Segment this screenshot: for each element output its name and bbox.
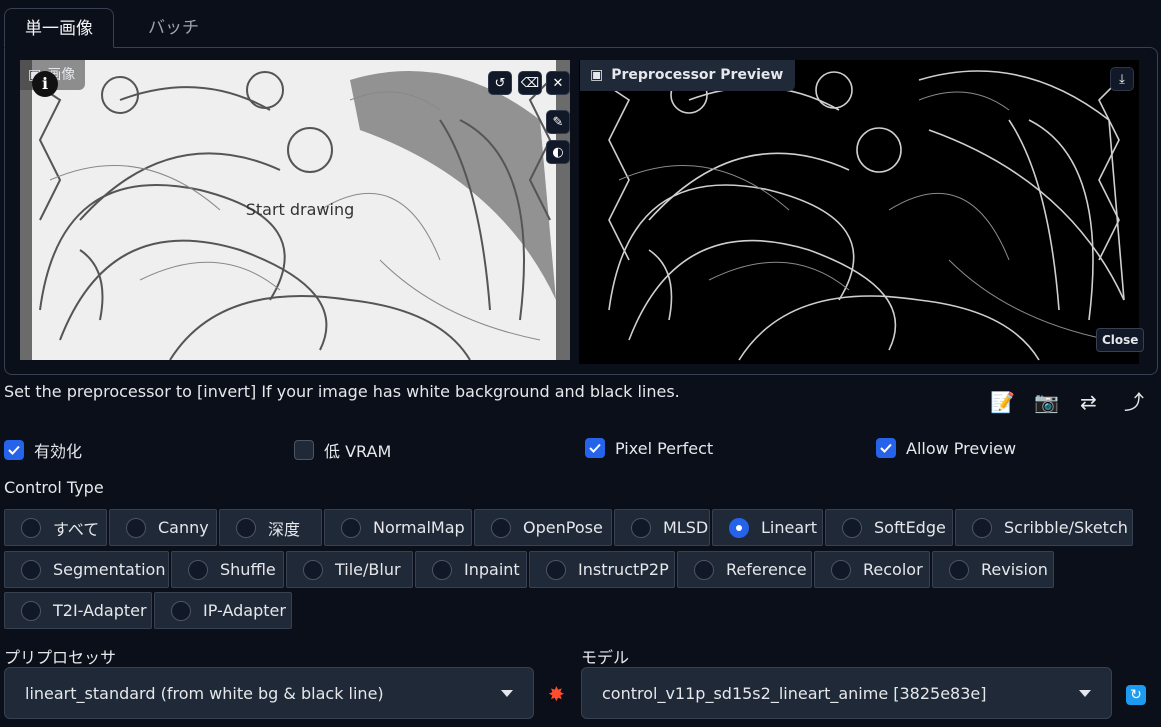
control-type-option[interactable]: T2I-Adapter xyxy=(4,592,152,629)
control-type-label: Control Type xyxy=(4,478,104,497)
control-type-option[interactable]: Canny xyxy=(109,509,217,546)
model-label: モデル xyxy=(581,648,630,667)
close-icon[interactable]: ✕ xyxy=(546,71,570,95)
checkbox-allow-preview-label: Allow Preview xyxy=(906,438,1017,458)
radio-dot[interactable] xyxy=(21,559,41,580)
tab-bar: 単一画像 バッチ xyxy=(4,8,1158,48)
tab-batch[interactable]: バッチ xyxy=(128,8,219,48)
preview-lineart-image xyxy=(579,60,1139,364)
radio-dot[interactable] xyxy=(21,517,41,538)
radio-dot[interactable] xyxy=(126,517,146,538)
radio-dot[interactable] xyxy=(831,559,851,580)
radio-dot[interactable] xyxy=(631,517,651,538)
preprocessor-preview xyxy=(579,60,1139,364)
checkbox-allow-preview-box[interactable] xyxy=(876,438,896,458)
radio-dot[interactable] xyxy=(341,517,361,538)
control-type-option[interactable]: Inpaint xyxy=(415,551,527,588)
checkbox-low-vram-box[interactable] xyxy=(294,440,314,460)
control-type-option[interactable]: OpenPose xyxy=(474,509,612,546)
radio-dot[interactable] xyxy=(949,559,969,580)
camera-icon[interactable]: 📷 xyxy=(1034,390,1059,414)
checkbox-low-vram[interactable]: 低 VRAM xyxy=(294,438,391,462)
control-type-row-1: すべて Canny 深度 NormalMap OpenPose MLSD Lin… xyxy=(4,509,1133,546)
control-type-option[interactable]: Scribble/Sketch xyxy=(955,509,1133,546)
checkbox-pixel-perfect-label: Pixel Perfect xyxy=(615,438,714,458)
radio-dot[interactable] xyxy=(188,559,208,580)
image-icon: ▣ xyxy=(590,67,604,83)
control-type-option[interactable]: Tile/Blur xyxy=(286,551,413,588)
undo-icon[interactable]: ↺ xyxy=(488,71,512,95)
chevron-down-icon xyxy=(1079,689,1091,697)
preview-label: ▣ Preprocessor Preview xyxy=(580,60,796,91)
eraser-icon[interactable]: ⌫ xyxy=(518,71,542,95)
control-type-option[interactable]: NormalMap xyxy=(324,509,472,546)
checkbox-pixel-perfect-box[interactable] xyxy=(585,438,605,458)
radio-dot[interactable] xyxy=(21,600,41,621)
edit-icon[interactable]: 📝 xyxy=(990,390,1015,414)
brush-icon[interactable]: ✎ xyxy=(546,110,570,134)
radio-dot[interactable] xyxy=(491,517,511,538)
radio-dot[interactable] xyxy=(546,559,566,580)
checkbox-enable-label: 有効化 xyxy=(34,442,83,461)
preprocessor-label: プリプロセッサ xyxy=(4,648,117,667)
checkbox-allow-preview[interactable]: Allow Preview xyxy=(876,438,1016,458)
refresh-icon[interactable]: ↻ xyxy=(1126,685,1146,705)
control-type-option[interactable]: 深度 xyxy=(219,509,322,546)
tab-single-image[interactable]: 単一画像 xyxy=(4,8,114,48)
info-icon[interactable]: i xyxy=(32,71,58,97)
preprocessor-select[interactable]: lineart_standard (from white bg & black … xyxy=(4,667,534,719)
start-drawing-text: Start drawing xyxy=(245,200,355,219)
control-type-option[interactable]: InstructP2P xyxy=(529,551,675,588)
radio-dot[interactable] xyxy=(694,559,714,580)
control-type-option-selected[interactable]: Lineart xyxy=(712,509,823,546)
radio-dot[interactable] xyxy=(432,559,452,580)
checkbox-low-vram-label: 低 VRAM xyxy=(324,442,392,461)
download-icon[interactable]: ⤓ xyxy=(1110,67,1134,91)
run-preprocessor-icon[interactable]: ✸ xyxy=(548,682,565,706)
control-type-option[interactable]: Shuffle xyxy=(171,551,284,588)
swap-icon[interactable]: ⇄ xyxy=(1080,390,1097,414)
chevron-down-icon xyxy=(501,689,513,697)
radio-dot-selected[interactable] xyxy=(729,517,749,538)
control-type-option[interactable]: IP-Adapter xyxy=(154,592,292,629)
radio-dot[interactable] xyxy=(303,559,323,580)
control-type-option[interactable]: Reference xyxy=(677,551,812,588)
control-type-option[interactable]: Recolor xyxy=(814,551,930,588)
preprocessor-hint: Set the preprocessor to [invert] If your… xyxy=(4,382,680,401)
checkbox-enable-box[interactable] xyxy=(4,440,24,460)
close-preview-button[interactable]: Close xyxy=(1096,328,1145,352)
control-type-row-3: T2I-Adapter IP-Adapter xyxy=(4,592,292,629)
control-type-row-2: Segmentation Shuffle Tile/Blur Inpaint I… xyxy=(4,551,1054,588)
checkbox-pixel-perfect[interactable]: Pixel Perfect xyxy=(585,438,713,458)
control-type-option[interactable]: SoftEdge xyxy=(825,509,953,546)
control-type-option[interactable]: すべて xyxy=(4,509,107,546)
send-icon[interactable]: ⤴ xyxy=(1124,390,1144,414)
palette-icon[interactable]: ◐ xyxy=(546,140,570,164)
control-type-option[interactable]: Revision xyxy=(932,551,1054,588)
control-type-option[interactable]: MLSD xyxy=(614,509,710,546)
checkbox-enable[interactable]: 有効化 xyxy=(4,438,82,462)
radio-dot[interactable] xyxy=(842,517,862,538)
radio-dot[interactable] xyxy=(171,600,191,621)
model-select[interactable]: control_v11p_sd15s2_lineart_anime [3825e… xyxy=(581,667,1112,719)
control-type-option[interactable]: Segmentation xyxy=(4,551,169,588)
radio-dot[interactable] xyxy=(972,517,992,538)
radio-dot[interactable] xyxy=(236,517,256,538)
